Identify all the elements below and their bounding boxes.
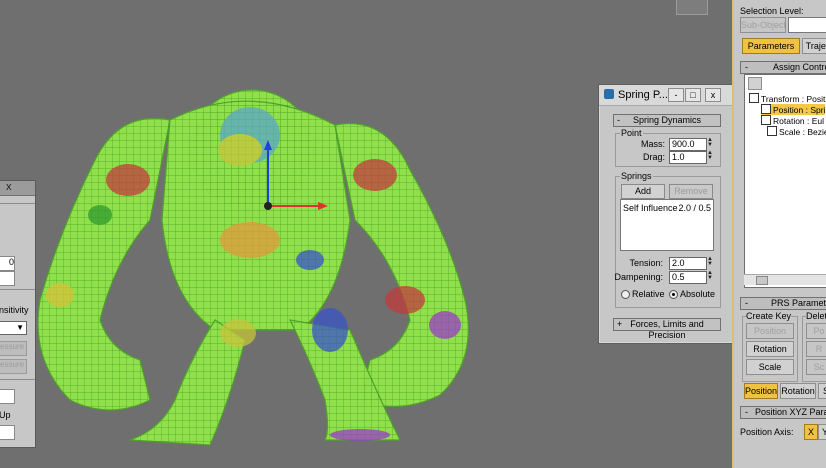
controller-tree[interactable]: Transform : Posit Position : Spri Rotati… [744, 74, 826, 288]
spring-dialog-titlebar[interactable]: Spring P... - □ x [599, 85, 733, 106]
left-panel-field-4[interactable] [0, 425, 15, 440]
controller-icon [749, 93, 759, 103]
sub-object-dropdown[interactable] [788, 17, 826, 33]
tree-item-label: Rotation : Eul [773, 116, 825, 126]
rollout-title: Position XYZ Paramet [755, 407, 826, 417]
delete-key-label: Delete [806, 311, 826, 321]
drag-spinner-arrows[interactable]: ▲ ▼ [707, 150, 713, 162]
create-rotation-key-button[interactable]: Rotation [746, 341, 794, 357]
position-xyz-rollout[interactable]: - Position XYZ Paramet [740, 406, 826, 419]
prs-tab-scale[interactable]: S [818, 383, 826, 399]
controller-icon [767, 126, 777, 136]
remove-spring-button[interactable]: Remove [669, 184, 713, 199]
divider [0, 289, 35, 290]
tree-scrollbar[interactable] [744, 274, 826, 285]
divider [0, 203, 35, 204]
rollout-title: Assign Controller [773, 62, 826, 72]
left-floating-panel: x 0 nsitivity ▼ essure essure Up [0, 180, 36, 448]
up-label: Up [0, 410, 11, 420]
assign-controller-icon[interactable] [748, 77, 762, 90]
create-scale-key-button[interactable]: Scale [746, 359, 794, 375]
close-button[interactable]: x [705, 88, 721, 102]
assign-controller-rollout[interactable]: - Assign Controller [740, 61, 826, 74]
springs-group-label: Springs [620, 171, 653, 181]
prs-parameters-rollout[interactable]: - PRS Parameters [740, 297, 826, 310]
spring-value: 2.0 / 0.5 [678, 203, 711, 213]
tree-item-label: Position : Spri [773, 105, 826, 115]
app-icon [604, 89, 614, 99]
drag-label: Drag: [642, 152, 665, 162]
chevron-down-icon: ▼ [16, 323, 24, 332]
axis-y-button[interactable]: Y [818, 424, 826, 440]
expand-icon: + [617, 319, 623, 329]
scrollbar-thumb[interactable] [756, 276, 768, 285]
create-position-key-button[interactable]: Position [746, 323, 794, 339]
mass-spinner-arrows[interactable]: ▲ ▼ [707, 137, 713, 149]
maximize-button[interactable]: □ [685, 88, 701, 102]
point-group-label: Point [620, 128, 643, 138]
delete-position-key-button[interactable]: Po [806, 323, 826, 339]
divider [0, 379, 35, 380]
rollout-title: Forces, Limits and Precision [630, 319, 704, 340]
collapse-icon: - [745, 407, 748, 417]
left-panel-field-3[interactable] [0, 389, 15, 404]
rollout-title: PRS Parameters [771, 298, 826, 308]
absolute-radio[interactable] [669, 290, 678, 299]
springs-list[interactable]: Self Influence 2.0 / 0.5 [620, 199, 714, 251]
dampening-label: Dampening: [614, 272, 663, 282]
absolute-label: Absolute [680, 289, 716, 299]
left-panel-field-2[interactable] [0, 271, 15, 286]
prs-tab-rotation[interactable]: Rotation [780, 383, 816, 399]
minimize-button[interactable]: - [668, 88, 684, 102]
tree-item-transform[interactable]: Transform : Posit [749, 93, 825, 104]
dampening-spinner[interactable]: 0.5 [669, 271, 707, 284]
list-item[interactable]: Self Influence 2.0 / 0.5 [623, 203, 711, 213]
collapse-icon: - [617, 115, 620, 125]
add-spring-button[interactable]: Add [621, 184, 665, 199]
pressure-button-1[interactable]: essure [0, 341, 27, 356]
relative-label: Relative [632, 289, 665, 299]
delete-scale-key-button[interactable]: Sc [806, 359, 826, 375]
controller-icon [761, 115, 771, 125]
forces-limits-rollout[interactable]: + Forces, Limits and Precision [613, 318, 721, 340]
left-panel-close-button[interactable]: x [6, 181, 12, 193]
tab-parameters[interactable]: Parameters [742, 38, 800, 54]
tension-label: Tension: [629, 258, 663, 268]
create-key-label: Create Key [746, 311, 792, 321]
left-panel-dropdown[interactable]: ▼ [0, 321, 27, 335]
tree-item-position[interactable]: Position : Spri [761, 104, 826, 115]
collapse-icon: - [745, 62, 748, 72]
collapse-icon: - [745, 298, 748, 308]
pressure-button-2[interactable]: essure [0, 359, 27, 374]
tension-spinner-arrows[interactable]: ▲ ▼ [707, 256, 713, 268]
sensitivity-label: nsitivity [0, 305, 29, 315]
dialog-title: Spring P... [618, 89, 668, 101]
mass-label: Mass: [640, 139, 665, 149]
tree-item-label: Transform : Posit [761, 94, 826, 104]
tension-spinner[interactable]: 2.0 [669, 257, 707, 270]
rollout-title: Spring Dynamics [632, 115, 702, 125]
tree-item-scale[interactable]: Scale : Bezier [767, 126, 826, 137]
sub-object-button[interactable]: Sub-Object [740, 17, 786, 33]
spring-dynamics-rollout[interactable]: - Spring Dynamics [613, 114, 721, 127]
axis-x-button[interactable]: X [804, 424, 818, 440]
tree-item-rotation[interactable]: Rotation : Eul [761, 115, 824, 126]
spring-dialog: Spring P... - □ x - Spring Dynamics Poin… [598, 84, 734, 344]
relative-radio[interactable] [621, 290, 630, 299]
prs-tab-position[interactable]: Position [744, 383, 778, 399]
left-panel-titlebar[interactable]: x [0, 181, 35, 196]
tab-trajectories[interactable]: Trajec [802, 38, 826, 54]
tree-item-label: Scale : Bezier [779, 127, 826, 137]
spring-name: Self Influence [623, 203, 678, 213]
controller-icon [761, 104, 771, 114]
command-panel: Selection Level: Sub-Object Parameters T… [732, 0, 826, 468]
left-panel-field-1[interactable]: 0 [0, 256, 15, 271]
mass-spinner[interactable]: 900.0 [669, 138, 707, 151]
selection-level-label: Selection Level: [740, 6, 804, 16]
drag-spinner[interactable]: 1.0 [669, 151, 707, 164]
delete-rotation-key-button[interactable]: R [806, 341, 826, 357]
position-axis-label: Position Axis: [740, 427, 794, 437]
viewcube-icon[interactable] [676, 0, 708, 15]
dampening-spinner-arrows[interactable]: ▲ ▼ [707, 270, 713, 282]
